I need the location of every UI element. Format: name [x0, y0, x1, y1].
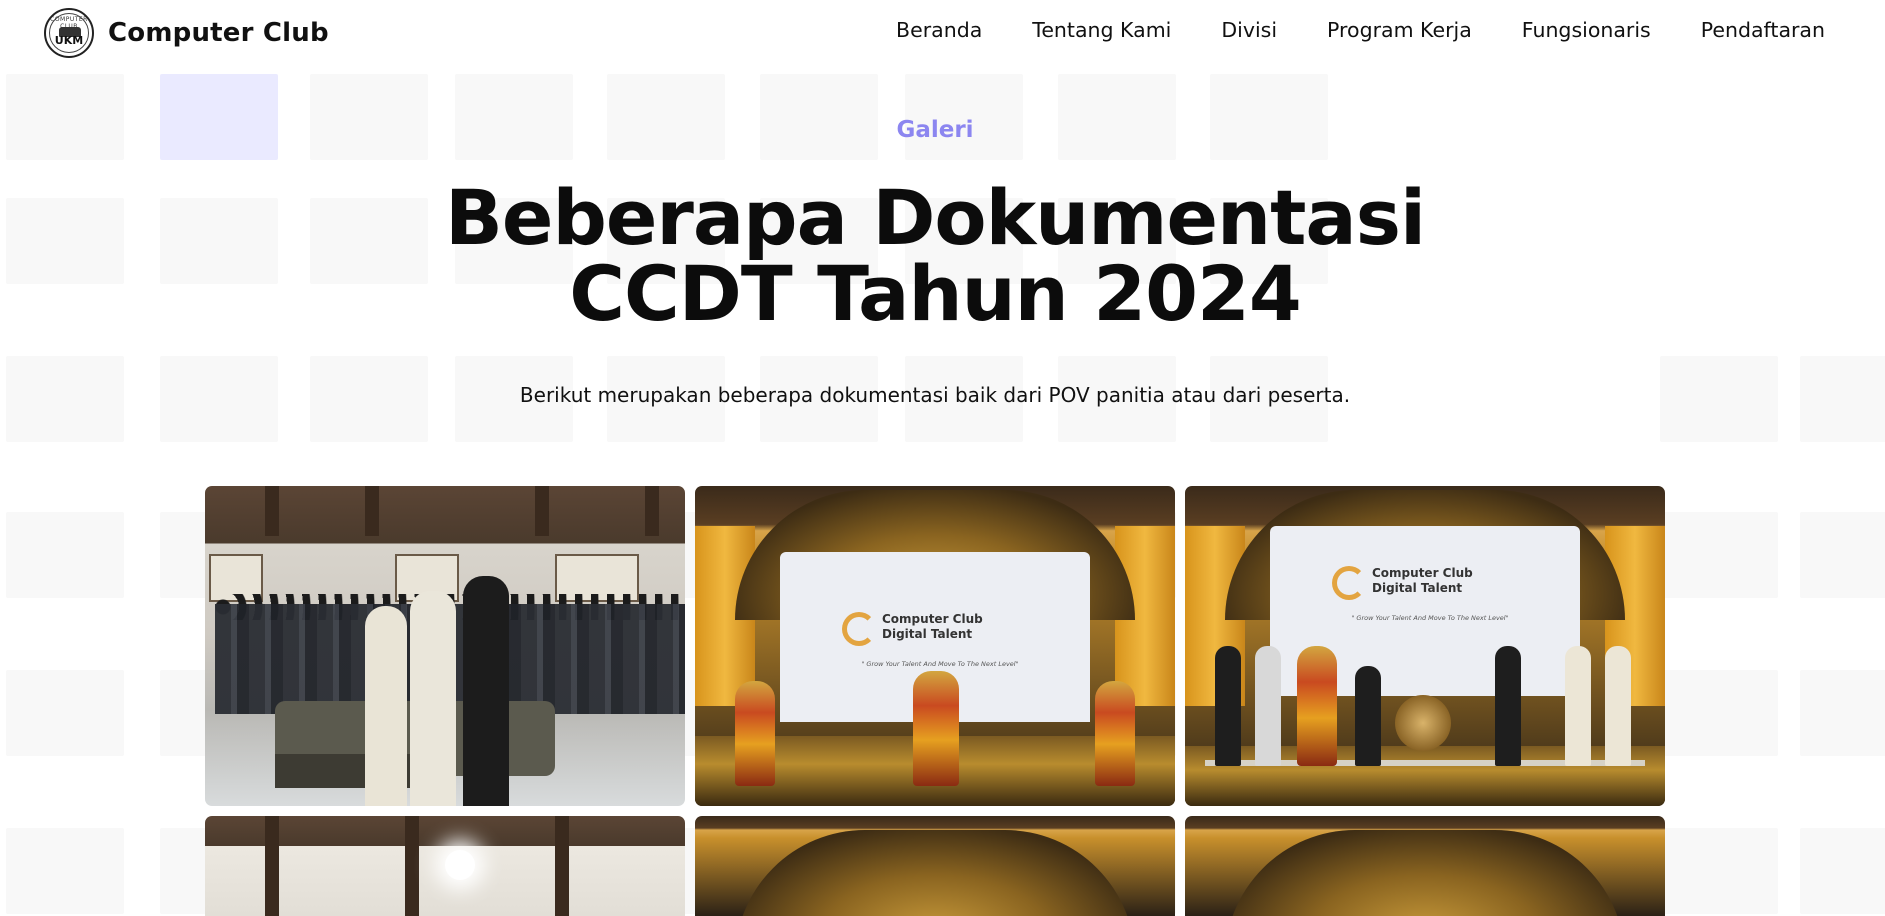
photo-gallery: Computer Club Digital Talent " Grow Your…	[205, 486, 1665, 916]
nav-link-tentang-kami[interactable]: Tentang Kami	[1032, 18, 1171, 42]
banner-tagline: " Grow Your Talent And Move To The Next …	[861, 660, 1019, 668]
gallery-photo[interactable]	[695, 816, 1175, 916]
page-title: Beberapa Dokumentasi CCDT Tahun 2024	[0, 180, 1870, 332]
background-square	[1800, 512, 1885, 598]
main-nav: Beranda Tentang Kami Divisi Program Kerj…	[846, 18, 1825, 42]
banner-title-2: Digital Talent	[1372, 581, 1463, 595]
navbar: COMPUTER CLUB UKM Computer Club Beranda …	[0, 0, 1885, 68]
gallery-photo[interactable]	[205, 816, 685, 916]
background-square	[1800, 828, 1885, 914]
section-eyebrow: Galeri	[896, 117, 974, 143]
background-square	[6, 828, 124, 914]
background-square	[6, 670, 124, 756]
banner-tagline: " Grow Your Talent And Move To The Next …	[1351, 614, 1509, 622]
background-square	[1800, 670, 1885, 756]
section-subtitle: Berikut merupakan beberapa dokumentasi b…	[519, 383, 1351, 407]
gallery-photo[interactable]	[205, 486, 685, 806]
nav-link-pendaftaran[interactable]: Pendaftaran	[1701, 18, 1825, 42]
nav-link-program-kerja[interactable]: Program Kerja	[1327, 18, 1472, 42]
logo-text: UKM	[54, 34, 84, 47]
gallery-photo[interactable]: Computer Club Digital Talent " Grow Your…	[695, 486, 1175, 806]
title-line-2: CCDT Tahun 2024	[569, 249, 1302, 338]
gallery-photo[interactable]: Computer Club Digital Talent " Grow Your…	[1185, 486, 1665, 806]
banner-title-1: Computer Club	[882, 612, 983, 626]
banner-title-1: Computer Club	[1372, 566, 1473, 580]
brand[interactable]: COMPUTER CLUB UKM Computer Club	[44, 8, 329, 58]
banner-title-2: Digital Talent	[882, 627, 973, 641]
nav-link-fungsionaris[interactable]: Fungsionaris	[1522, 18, 1651, 42]
background-square	[1660, 670, 1778, 756]
background-square	[6, 512, 124, 598]
club-logo-icon: COMPUTER CLUB UKM	[44, 8, 94, 58]
background-square	[1660, 512, 1778, 598]
background-square	[1660, 828, 1778, 914]
nav-link-beranda[interactable]: Beranda	[896, 18, 982, 42]
gallery-photo[interactable]	[1185, 816, 1665, 916]
brand-name: Computer Club	[108, 18, 329, 48]
nav-link-divisi[interactable]: Divisi	[1221, 18, 1277, 42]
